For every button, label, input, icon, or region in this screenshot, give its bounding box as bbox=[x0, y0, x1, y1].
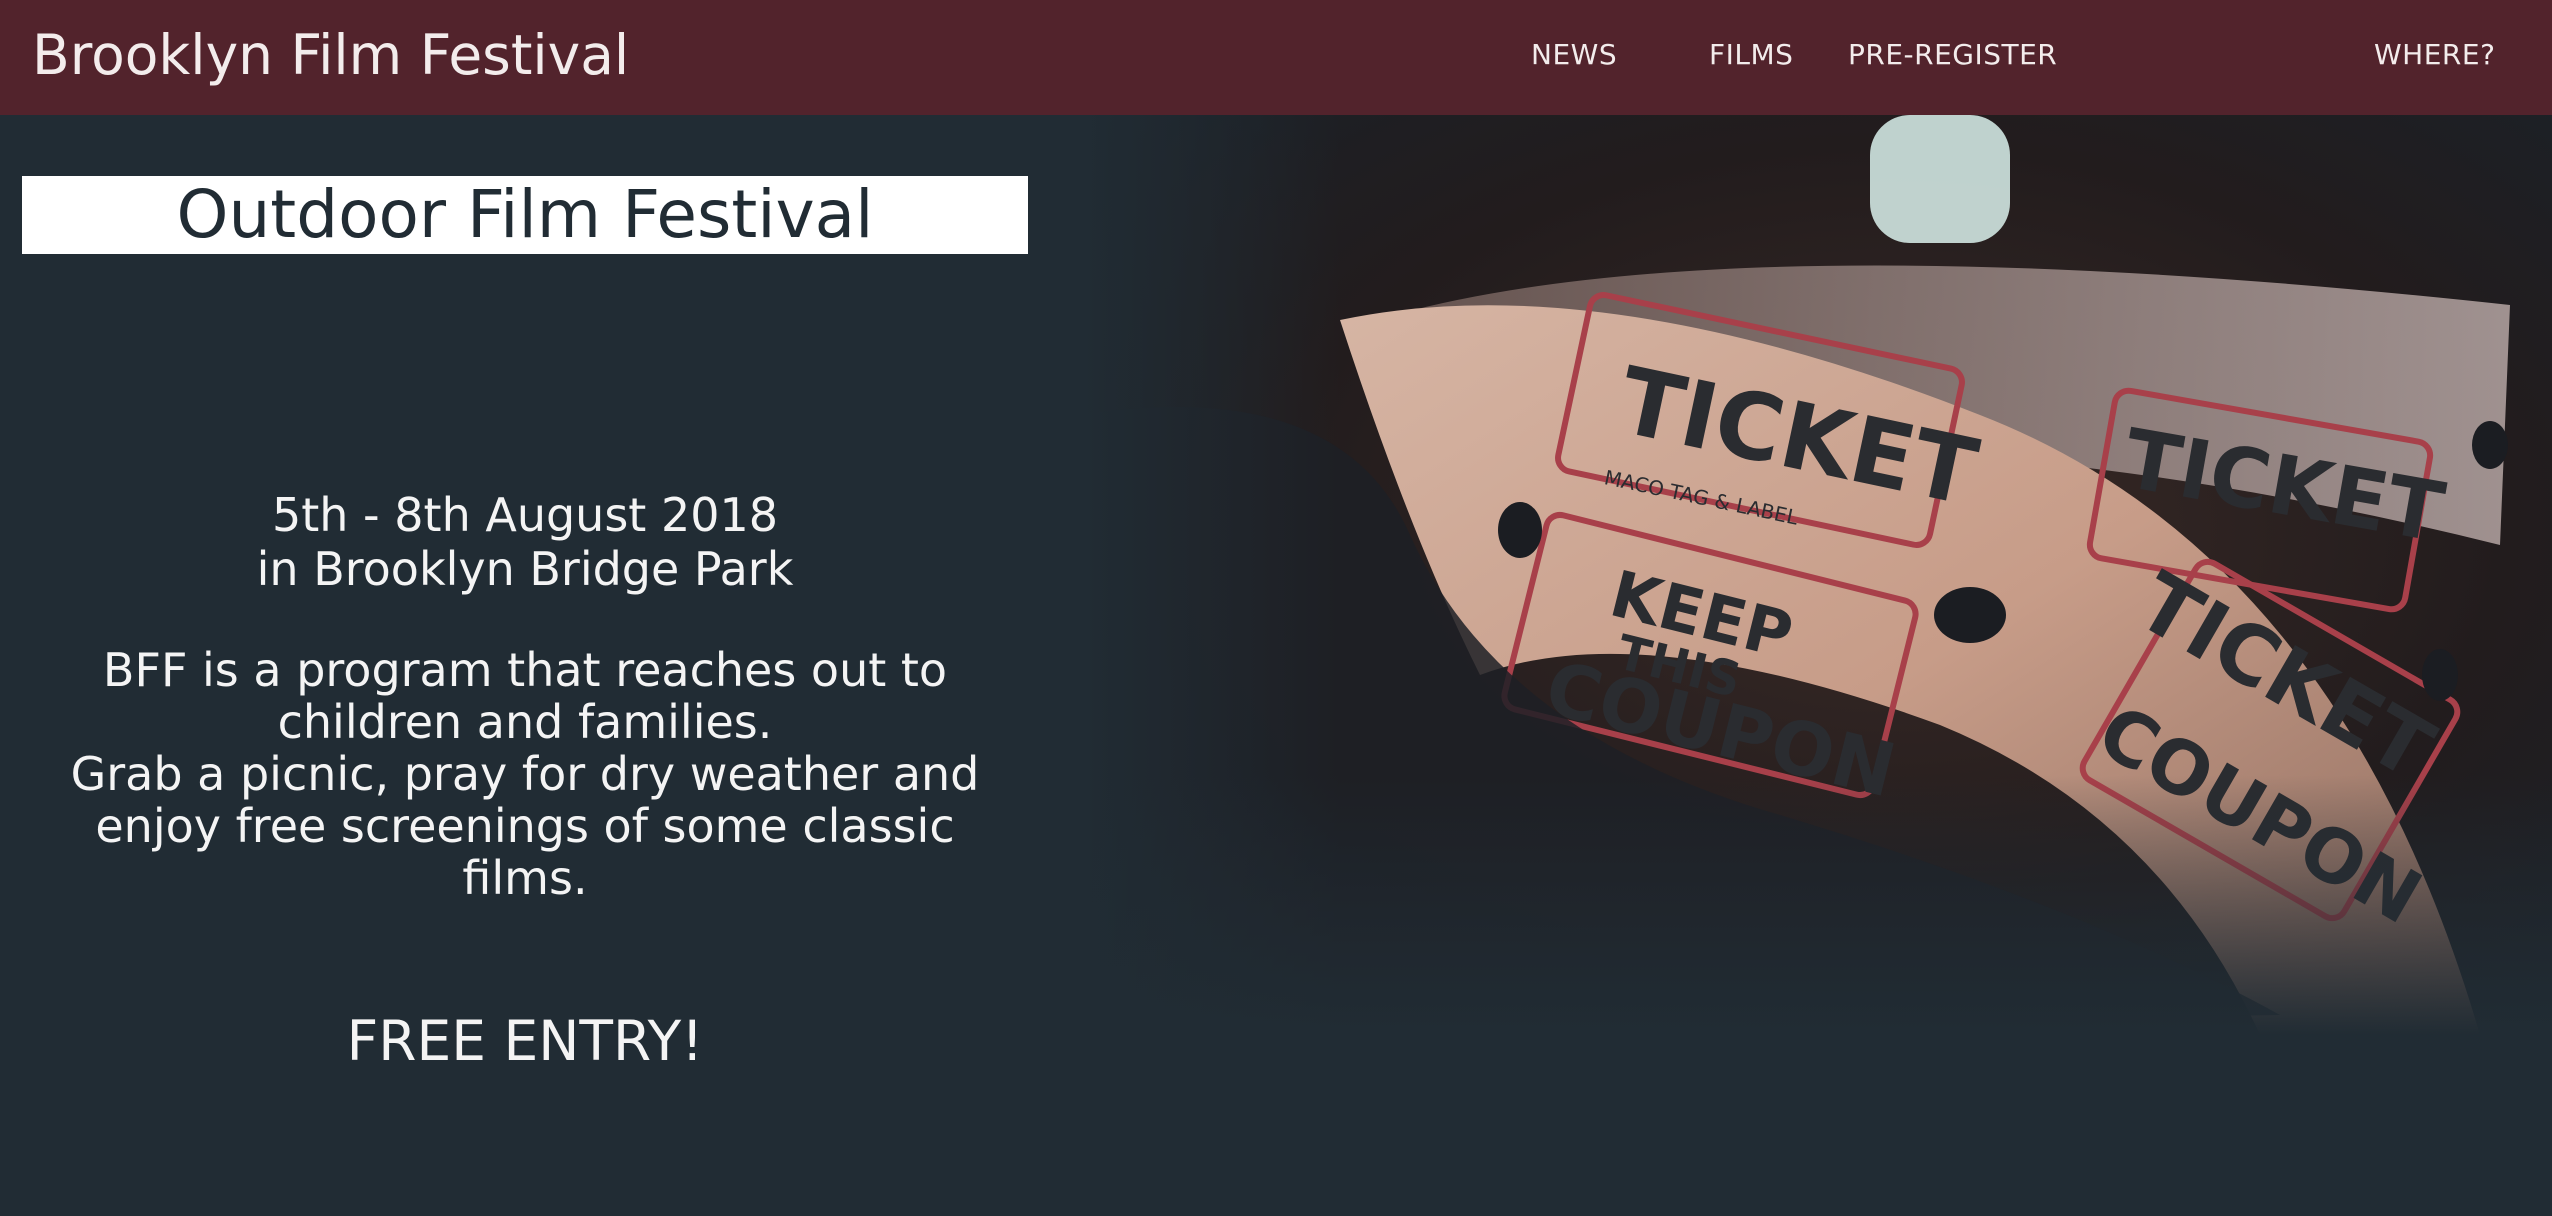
location-line: in Brooklyn Bridge Park bbox=[256, 542, 794, 596]
dates-line: 5th - 8th August 2018 bbox=[271, 488, 779, 542]
ticket-roll-image: TICKET KEEP THIS COUPON TICKET TICKET CO… bbox=[1080, 115, 2552, 1035]
event-dates: 5th - 8th August 2018 in Brooklyn Bridge… bbox=[40, 488, 1010, 596]
top-navbar: Brooklyn Film Festival NEWS FILMS PRE-RE… bbox=[0, 0, 2552, 115]
event-description: BFF is a program that reaches out to chi… bbox=[40, 644, 1010, 904]
nav-link-where[interactable]: WHERE? bbox=[2374, 38, 2495, 71]
nav-link-films[interactable]: FILMS bbox=[1709, 38, 1793, 71]
nav-link-news[interactable]: NEWS bbox=[1531, 38, 1617, 71]
page-title: Outdoor Film Festival bbox=[22, 176, 1028, 254]
description-line-5: films. bbox=[462, 851, 588, 905]
description-line-1: BFF is a program that reaches out to bbox=[102, 643, 948, 697]
description-line-3: Grab a picnic, pray for dry weather and bbox=[70, 747, 980, 801]
nav-link-pre-register[interactable]: PRE-REGISTER bbox=[1848, 38, 2057, 71]
description-line-4: enjoy free screenings of some classic bbox=[95, 799, 955, 853]
description-line-2: children and families. bbox=[277, 695, 773, 749]
brand-link[interactable]: Brooklyn Film Festival bbox=[32, 20, 629, 90]
free-entry-banner: FREE ENTRY! bbox=[346, 1009, 704, 1073]
